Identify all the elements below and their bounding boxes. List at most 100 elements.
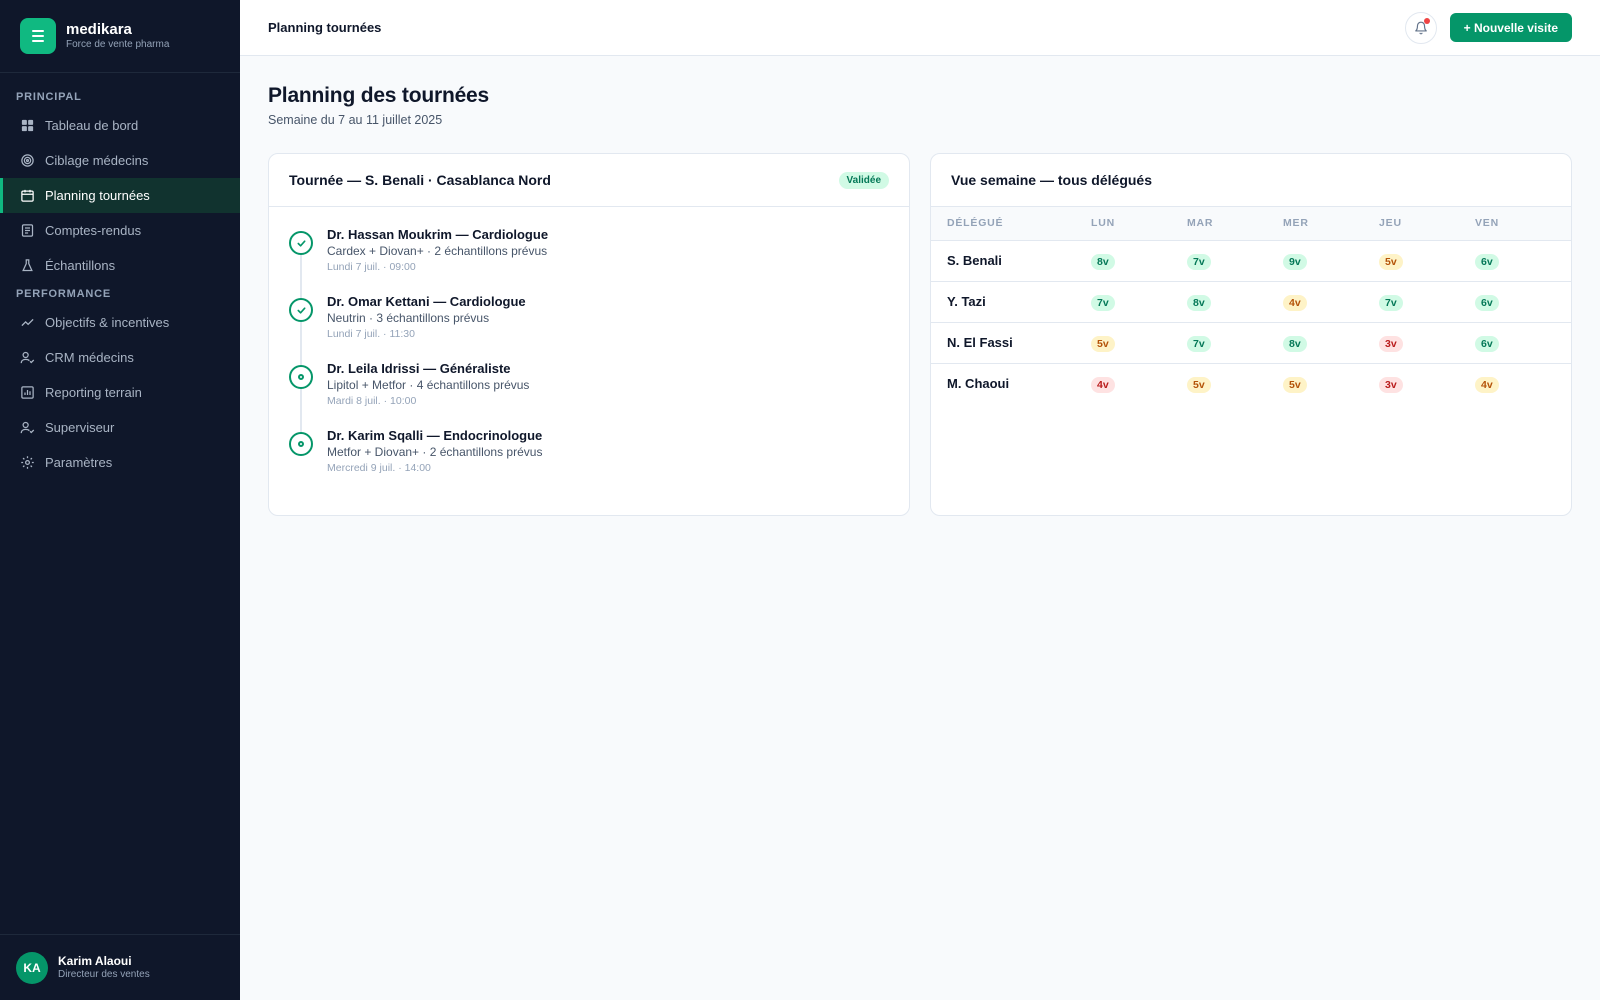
visit-doctor: Dr. Leila Idrissi — Généraliste bbox=[327, 361, 511, 376]
visit-detail: Lipitol + Metfor · 4 échantillons prévus bbox=[327, 378, 530, 392]
trend-icon bbox=[20, 315, 35, 330]
table-cell: 6v bbox=[1475, 240, 1571, 281]
document-icon bbox=[20, 223, 35, 238]
bar-chart-icon bbox=[20, 385, 35, 400]
table-row[interactable]: Y. Tazi 7v 8v 4v 7v 6v bbox=[931, 281, 1571, 322]
sidebar-item-label: Comptes-rendus bbox=[45, 223, 142, 238]
timeline-connector bbox=[300, 389, 302, 432]
visit-count-pill: 9v bbox=[1283, 253, 1307, 270]
brand-tagline: Force de vente pharma bbox=[66, 39, 170, 50]
topbar: Planning tournées + Nouvelle visite bbox=[240, 0, 1600, 56]
user-check-icon bbox=[20, 350, 35, 365]
table-cell: 5v bbox=[1091, 322, 1187, 363]
table-cell: 3v bbox=[1379, 363, 1475, 404]
visit-item[interactable]: Dr. Omar Kettani — Cardiologue Neutrin · … bbox=[289, 294, 889, 365]
delegate-name: S. Benali bbox=[947, 253, 1002, 268]
sidebar-item[interactable]: Échantillons bbox=[0, 248, 240, 283]
table-row[interactable]: S. Benali 8v 7v 9v 5v 6v bbox=[931, 240, 1571, 281]
visit-count-pill: 5v bbox=[1091, 335, 1115, 352]
avatar: KA bbox=[16, 951, 48, 984]
visit-count-pill: 4v bbox=[1283, 294, 1307, 311]
user-profile[interactable]: KA Karim Alaoui Directeur des ventes bbox=[0, 934, 240, 1000]
brand-logo-icon bbox=[20, 18, 56, 54]
sidebar-item[interactable]: Ciblage médecins bbox=[0, 143, 240, 178]
sidebar: medikara Force de vente pharma PRINCIPAL… bbox=[0, 0, 240, 1000]
sidebar-item-label: Ciblage médecins bbox=[45, 153, 149, 168]
visit-doctor: Dr. Karim Sqalli — Endocrinologue bbox=[327, 428, 543, 443]
visit-count-pill: 6v bbox=[1475, 294, 1499, 311]
sidebar-item[interactable]: Tableau de bord bbox=[0, 108, 240, 143]
visit-count-pill: 6v bbox=[1475, 253, 1499, 270]
flask-icon bbox=[20, 258, 35, 273]
visit-item[interactable]: Dr. Karim Sqalli — Endocrinologue Metfor … bbox=[289, 428, 889, 495]
table-cell: 6v bbox=[1475, 281, 1571, 322]
visit-count-pill: 8v bbox=[1283, 335, 1307, 352]
user-name: Karim Alaoui bbox=[58, 954, 132, 968]
sidebar-nav: PRINCIPAL Tableau de bord Ciblage médecins… bbox=[0, 86, 240, 480]
tour-card: Tournée — S. Benali · Casablanca Nord Va… bbox=[268, 153, 910, 516]
week-card-title: Vue semaine — tous délégués bbox=[951, 172, 1152, 188]
check-icon bbox=[289, 298, 313, 322]
table-cell: 4v bbox=[1091, 363, 1187, 404]
column-header: DÉLÉGUÉ bbox=[947, 217, 1004, 230]
table-row[interactable]: N. El Fassi 5v 7v 8v 3v 6v bbox=[931, 322, 1571, 363]
sidebar-item-label: Reporting terrain bbox=[45, 385, 142, 400]
visit-count-pill: 5v bbox=[1283, 376, 1307, 393]
week-table: DÉLÉGUÉ LUN MAR MER JEU VEN S. Benali 8v 7v 9v 5v… bbox=[931, 207, 1571, 404]
brand-name: medikara bbox=[66, 21, 132, 38]
nav-section-title: PERFORMANCE bbox=[16, 288, 111, 300]
dashboard-icon bbox=[20, 118, 35, 133]
brand[interactable]: medikara Force de vente pharma bbox=[0, 0, 240, 73]
nav-section-title: PRINCIPAL bbox=[16, 91, 82, 103]
visit-count-pill: 7v bbox=[1379, 294, 1403, 311]
sidebar-item-label: Tableau de bord bbox=[45, 118, 139, 133]
visit-count-pill: 8v bbox=[1187, 294, 1211, 311]
sidebar-item[interactable]: Superviseur bbox=[0, 410, 240, 445]
visit-count-pill: 5v bbox=[1187, 376, 1211, 393]
sidebar-item[interactable]: CRM médecins bbox=[0, 340, 240, 375]
visit-time: Lundi 7 juil. · 11:30 bbox=[327, 328, 415, 340]
visit-count-pill: 3v bbox=[1379, 376, 1403, 393]
table-cell: 5v bbox=[1379, 240, 1475, 281]
user-role: Directeur des ventes bbox=[58, 969, 150, 980]
column-header: JEU bbox=[1379, 217, 1402, 230]
tour-card-title: Tournée — S. Benali · Casablanca Nord bbox=[289, 172, 551, 188]
visit-item[interactable]: Dr. Leila Idrissi — Généraliste Lipitol +… bbox=[289, 361, 889, 432]
delegate-name: Y. Tazi bbox=[947, 294, 986, 309]
topbar-title: Planning tournées bbox=[268, 20, 382, 35]
pending-circle-icon bbox=[289, 365, 313, 389]
table-cell: 5v bbox=[1283, 363, 1379, 404]
visit-count-pill: 3v bbox=[1379, 335, 1403, 352]
table-cell: 7v bbox=[1379, 281, 1475, 322]
main-content: Planning des tournées Semaine du 7 au 11… bbox=[268, 56, 1572, 516]
visit-item[interactable]: Dr. Hassan Moukrim — Cardiologue Cardex +… bbox=[289, 227, 889, 298]
sidebar-item[interactable]: Reporting terrain bbox=[0, 375, 240, 410]
sidebar-item[interactable]: Objectifs & incentives bbox=[0, 305, 240, 340]
sidebar-item[interactable]: Planning tournées bbox=[0, 178, 240, 213]
notification-dot bbox=[1423, 17, 1430, 24]
table-cell: 5v bbox=[1187, 363, 1283, 404]
table-cell: 8v bbox=[1187, 281, 1283, 322]
visit-doctor: Dr. Omar Kettani — Cardiologue bbox=[327, 294, 526, 309]
table-cell: 4v bbox=[1283, 281, 1379, 322]
table-row[interactable]: M. Chaoui 4v 5v 5v 3v 4v bbox=[931, 363, 1571, 404]
new-visit-button[interactable]: + Nouvelle visite bbox=[1449, 13, 1572, 42]
visit-count-pill: 7v bbox=[1187, 253, 1211, 270]
sidebar-item-label: Objectifs & incentives bbox=[45, 315, 170, 330]
sidebar-item[interactable]: Comptes-rendus bbox=[0, 213, 240, 248]
table-cell: 6v bbox=[1475, 322, 1571, 363]
visit-count-pill: 8v bbox=[1091, 253, 1115, 270]
sidebar-item[interactable]: Paramètres bbox=[0, 445, 240, 480]
visit-count-pill: 5v bbox=[1379, 253, 1403, 270]
visit-count-pill: 7v bbox=[1187, 335, 1211, 352]
visit-count-pill: 6v bbox=[1475, 335, 1499, 352]
sidebar-item-label: Échantillons bbox=[45, 258, 116, 273]
table-header-row: DÉLÉGUÉ LUN MAR MER JEU VEN bbox=[931, 207, 1571, 240]
page-subtitle: Semaine du 7 au 11 juillet 2025 bbox=[268, 113, 443, 127]
week-card: Vue semaine — tous délégués DÉLÉGUÉ LUN MA… bbox=[930, 153, 1572, 516]
table-cell: 8v bbox=[1091, 240, 1187, 281]
table-cell: 9v bbox=[1283, 240, 1379, 281]
visit-time: Lundi 7 juil. · 09:00 bbox=[327, 261, 416, 273]
gear-icon bbox=[20, 455, 35, 470]
notifications-button[interactable] bbox=[1404, 11, 1437, 44]
